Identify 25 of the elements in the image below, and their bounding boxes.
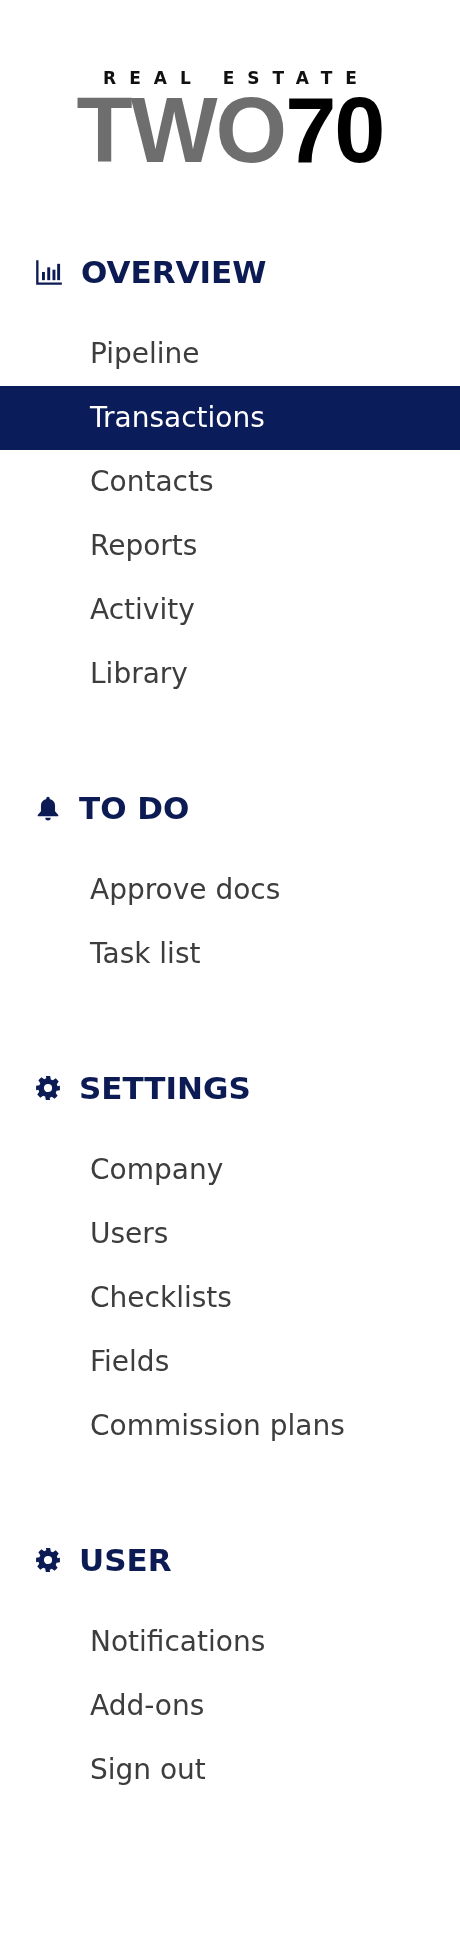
gear-icon xyxy=(35,1075,61,1101)
nav-item[interactable]: Commission plans xyxy=(0,1394,460,1458)
nav-item[interactable]: Company xyxy=(0,1138,460,1202)
nav-item[interactable]: Reports xyxy=(0,514,460,578)
nav-item[interactable]: Transactions xyxy=(0,386,460,450)
section-heading: SETTINGS xyxy=(79,1070,251,1106)
nav-item[interactable]: Activity xyxy=(0,578,460,642)
nav-item[interactable]: Pipeline xyxy=(0,322,460,386)
nav-item[interactable]: Notifications xyxy=(0,1610,460,1674)
bell-icon xyxy=(35,794,61,822)
nav-item[interactable]: Sign out xyxy=(0,1738,460,1802)
nav-item[interactable]: Users xyxy=(0,1202,460,1266)
gear-icon xyxy=(35,1547,61,1573)
nav-item[interactable]: Contacts xyxy=(0,450,460,514)
nav-item[interactable]: Checklists xyxy=(0,1266,460,1330)
nav-item[interactable]: Library xyxy=(0,642,460,706)
logo: REAL ESTATE TWO70 xyxy=(76,67,384,170)
section-heading: TO DO xyxy=(79,790,190,826)
nav-item[interactable]: Approve docs xyxy=(0,858,460,922)
nav-item[interactable]: Fields xyxy=(0,1330,460,1394)
bar-chart-icon xyxy=(35,258,63,286)
section-heading: OVERVIEW xyxy=(81,254,267,290)
section-heading: USER xyxy=(79,1542,172,1578)
nav-item[interactable]: Add-ons xyxy=(0,1674,460,1738)
nav-item[interactable]: Task list xyxy=(0,922,460,986)
